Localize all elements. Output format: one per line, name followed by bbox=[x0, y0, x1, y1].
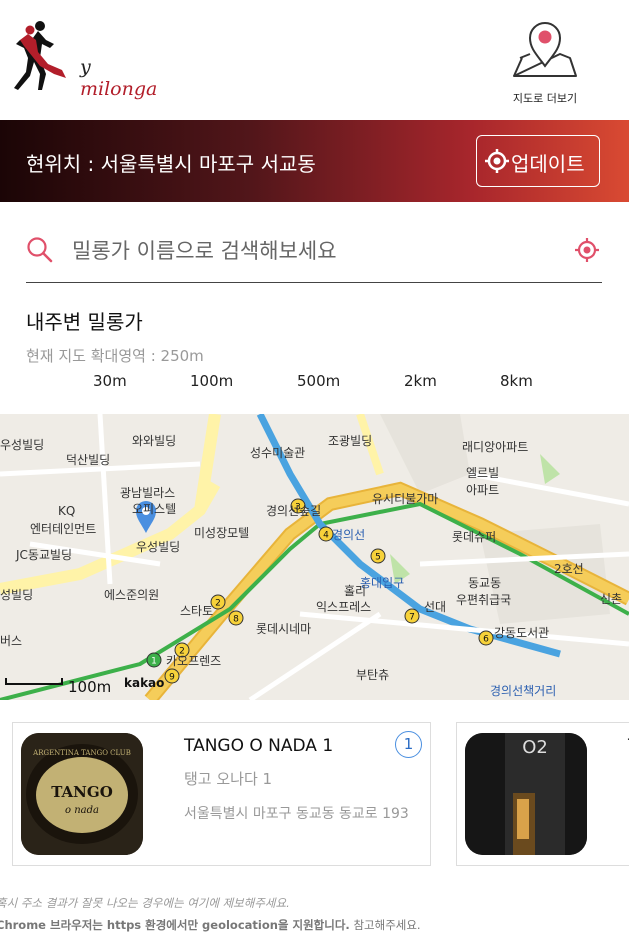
venue-photo: O2 bbox=[465, 733, 587, 855]
rank-badge: 1 bbox=[395, 731, 422, 758]
search-input[interactable] bbox=[70, 232, 554, 270]
map-label: 부탄츄 bbox=[356, 668, 390, 682]
subway-station-marker[interactable]: 9 bbox=[164, 668, 180, 684]
map-label: 우편취급국 bbox=[456, 593, 512, 607]
map-view[interactable]: 3452876912 우성빌딩 와와빌딩 덕산빌딩 성수미술관 조광빌딩 래디앙… bbox=[0, 414, 629, 700]
map-label: 성수미술관 bbox=[250, 446, 306, 460]
logo-text: y milonga bbox=[80, 56, 158, 100]
zoom-option-8km[interactable]: 8km bbox=[500, 372, 533, 390]
nearby-title: 내주변 밀롱가 bbox=[26, 310, 143, 334]
map-label: 유시티불가마 bbox=[372, 492, 439, 506]
milonga-thumbnail: ARGENTINA TANGO CLUB TANGO o nada bbox=[21, 733, 143, 855]
map-label: 롯데슈퍼 bbox=[452, 530, 497, 544]
station-number: 8 bbox=[233, 615, 239, 625]
map-label: 동교동 bbox=[468, 576, 502, 590]
zoom-info: 현재 지도 확대영역 : 250m bbox=[26, 345, 204, 366]
zoom-option-30m[interactable]: 30m bbox=[93, 372, 127, 390]
zoom-option-500m[interactable]: 500m bbox=[297, 372, 340, 390]
station-number: 9 bbox=[169, 673, 175, 683]
map-label: 버스 bbox=[0, 634, 23, 648]
app-header: y milonga 지도로 더보기 bbox=[0, 0, 629, 120]
milonga-thumbnail: O2 bbox=[465, 733, 587, 855]
milonga-card[interactable]: ARGENTINA TANGO CLUB TANGO o nada TANGO … bbox=[12, 722, 431, 866]
map-more-label: 지도로 더보기 bbox=[512, 92, 578, 105]
map-label: 2호선 bbox=[554, 562, 584, 576]
map-label: 광남빌라스 bbox=[120, 486, 176, 500]
map-label: 조광빌딩 bbox=[328, 434, 373, 448]
my-location-icon[interactable] bbox=[574, 237, 600, 263]
map-label: 우성빌딩 bbox=[136, 540, 181, 554]
milonga-card[interactable]: O2 T bbox=[456, 722, 629, 866]
zoom-option-2km[interactable]: 2km bbox=[404, 372, 437, 390]
tango-dancers-icon bbox=[14, 21, 66, 90]
thumb-sub-text: o nada bbox=[65, 805, 99, 816]
zoom-value: 250m bbox=[160, 347, 204, 365]
subway-station-marker[interactable]: 5 bbox=[370, 548, 386, 564]
station-number: 5 bbox=[375, 553, 381, 563]
map-label: 성빌딩 bbox=[0, 588, 34, 602]
map-label: 엔터테인먼트 bbox=[30, 522, 97, 536]
map-label: 와와빌딩 bbox=[132, 434, 177, 448]
station-number: 6 bbox=[483, 635, 489, 645]
map-label: 선대 bbox=[424, 600, 447, 614]
subway-station-marker[interactable]: 6 bbox=[478, 630, 494, 646]
milonga-card-list: ARGENTINA TANGO CLUB TANGO o nada TANGO … bbox=[0, 722, 629, 870]
map-label: 경의선숲길 bbox=[266, 504, 322, 518]
thumb-main-text: TANGO bbox=[51, 783, 113, 801]
map-label: 강동도서관 bbox=[494, 626, 550, 640]
station-number: 7 bbox=[409, 613, 415, 623]
map-more-button[interactable]: 지도로 더보기 bbox=[500, 18, 590, 110]
map-label: 신촌 bbox=[600, 592, 623, 606]
map-label: 래디앙아파트 bbox=[462, 440, 529, 454]
map-label: 경의선책거리 bbox=[490, 684, 557, 698]
milonga-name: TANGO O NADA 1 bbox=[184, 736, 334, 756]
map-label: 미성장모텔 bbox=[194, 526, 250, 540]
map-label: 스타토 bbox=[180, 604, 214, 618]
map-label: 우성빌딩 bbox=[0, 438, 45, 452]
map-label: KQ bbox=[58, 504, 76, 518]
map-label: 카오프렌즈 bbox=[166, 654, 222, 668]
kakao-map-logo: kakao bbox=[124, 676, 165, 690]
crosshair-icon bbox=[485, 149, 509, 173]
station-number: 2 bbox=[215, 599, 221, 609]
map-label: 익스프레스 bbox=[316, 600, 372, 614]
geolocation-note: Chrome 브라우저는 https 환경에서만 geolocation을 지원… bbox=[0, 918, 421, 932]
map-label: 롯데시네마 bbox=[256, 622, 312, 636]
report-address-note[interactable]: 혹시 주소 결과가 잘못 나오는 경우에는 여기에 제보해주세요. bbox=[0, 895, 290, 911]
y-milonga-logo[interactable]: y milonga bbox=[10, 18, 160, 100]
map-label: 홀리 bbox=[344, 584, 367, 598]
station-number: 4 bbox=[323, 531, 329, 541]
tango-club-logo: ARGENTINA TANGO CLUB TANGO o nada bbox=[21, 733, 143, 855]
subway-station-marker[interactable]: 1 bbox=[146, 652, 162, 668]
zoom-label: 현재 지도 확대영역 : bbox=[26, 347, 161, 365]
search-bar bbox=[26, 222, 602, 283]
milonga-korean-name: 탱고 오나다 1 bbox=[184, 770, 273, 788]
map-label: 엘르빌 bbox=[466, 466, 500, 480]
map-label: 에스준의원 bbox=[104, 588, 160, 602]
map-label: JC동교빌딩 bbox=[16, 548, 73, 562]
thumb-text: O2 bbox=[522, 737, 548, 758]
map-label: 덕산빌딩 bbox=[66, 453, 111, 467]
subway-station-marker[interactable]: 7 bbox=[404, 608, 420, 624]
station-number: 1 bbox=[151, 657, 157, 667]
current-location-text: 현위치 : 서울특별시 마포구 서교동 bbox=[26, 152, 316, 176]
thumb-top-text: ARGENTINA TANGO CLUB bbox=[32, 749, 131, 757]
update-location-button[interactable]: 업데이트 bbox=[476, 135, 600, 187]
subway-station-marker[interactable]: 8 bbox=[228, 610, 244, 626]
milonga-address: 서울특별시 마포구 동교동 동교로 193 bbox=[184, 806, 409, 822]
map-pin-icon bbox=[513, 22, 577, 77]
zoom-option-100m[interactable]: 100m bbox=[190, 372, 233, 390]
map-scale-label: 100m bbox=[68, 678, 112, 696]
subway-station-marker[interactable]: 4 bbox=[318, 526, 334, 542]
map-label: 오피스텔 bbox=[132, 502, 177, 516]
search-icon bbox=[27, 237, 53, 263]
update-label: 업데이트 bbox=[511, 152, 585, 176]
map-label: 경의선 bbox=[332, 528, 366, 542]
map-label: 홍대입구 bbox=[360, 576, 405, 590]
map-label: 아파트 bbox=[466, 483, 500, 497]
